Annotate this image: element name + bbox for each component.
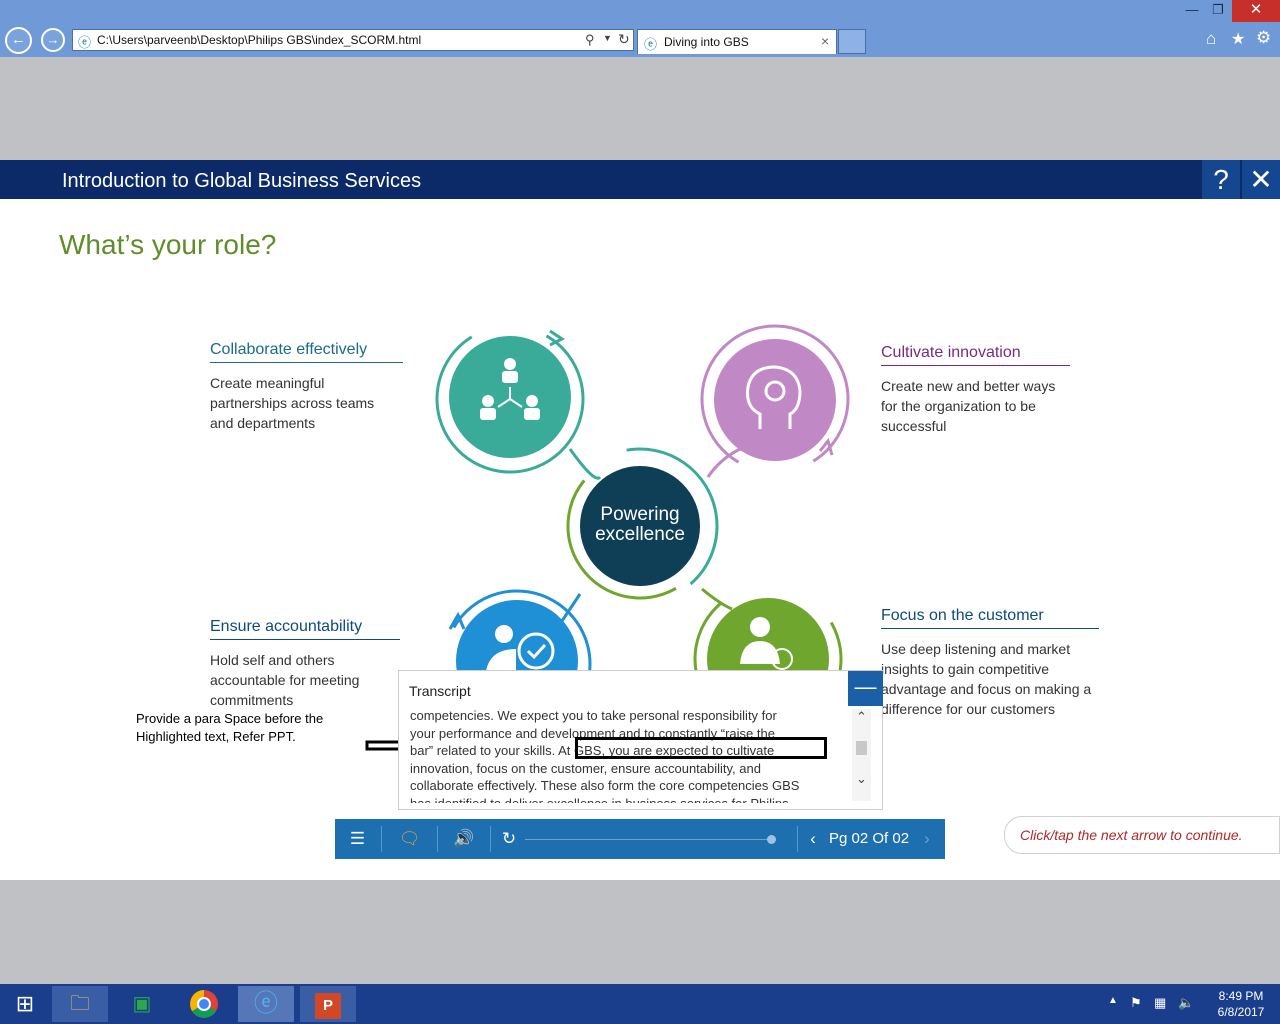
help-button[interactable]: ?	[1201, 160, 1240, 199]
transcript-scrollbar[interactable]: ⌃ ⌄	[852, 709, 871, 801]
review-note: Provide a para Space before the Highligh…	[136, 711, 324, 744]
transcript-collapse-button[interactable]: —	[848, 671, 883, 706]
progress-knob[interactable]	[767, 835, 776, 844]
clock-time: 8:49 PM	[1218, 989, 1264, 1003]
dropdown-icon[interactable]: ▼	[603, 33, 612, 43]
close-course-button[interactable]: ✕	[1241, 160, 1280, 199]
new-tab-button[interactable]	[838, 29, 866, 54]
minus-icon: —	[854, 674, 877, 699]
chevron-left-icon: ‹	[810, 829, 816, 848]
accountability-circle	[442, 589, 592, 739]
address-text: C:\Users\parveenb\Desktop\Philips GBS\in…	[97, 33, 422, 47]
role-title-collaborate: Collaborate effectively	[210, 341, 403, 363]
chevron-right-icon: ›	[924, 829, 930, 848]
replay-button[interactable]: ↻	[495, 819, 523, 859]
tab-title: Diving into GBS	[664, 35, 749, 49]
clock-date: 6/8/2017	[1217, 1005, 1265, 1019]
role-desc-accountability: Hold self and others accountable for mee…	[210, 652, 360, 708]
powerpoint-icon: P	[315, 993, 341, 1019]
continue-hint: Click/tap the next arrow to continue.	[1004, 816, 1280, 854]
role-title-customer: Focus on the customer	[881, 607, 1099, 629]
audio-button[interactable]: 🔊	[438, 819, 490, 859]
windows-logo-icon: ⊞	[15, 991, 35, 1016]
taskbar-powerpoint[interactable]: P	[300, 986, 356, 1022]
ie-logo-icon: ⓔ	[254, 990, 278, 1017]
page-title: What’s your role?	[59, 229, 277, 260]
page-indicator: Pg 02 Of 02	[829, 830, 910, 847]
chrome-logo-icon	[190, 990, 218, 1018]
taskbar-chrome[interactable]	[176, 986, 232, 1022]
folder-icon: 🗀	[70, 993, 90, 1015]
role-title-accountability: Ensure accountability	[210, 618, 400, 640]
role-desc-collaborate: Create meaningful partnerships across te…	[210, 375, 375, 431]
close-icon: ✕	[1249, 164, 1273, 195]
store-bag-icon: ▣	[132, 993, 152, 1015]
transcript-line: has identified to deliver excellence in …	[410, 795, 845, 803]
favorites-star-icon[interactable]: ★	[1231, 29, 1245, 49]
browser-tab[interactable]: ⓔ Diving into GBS ×	[637, 29, 837, 54]
back-button[interactable]: ←	[5, 27, 32, 54]
menu-button[interactable]: ☰	[335, 819, 380, 859]
collaborate-circle	[435, 324, 585, 474]
prev-page-button[interactable]: ‹	[803, 819, 823, 859]
settings-gear-icon[interactable]: ⚙	[1256, 28, 1271, 48]
tray-overflow-icon[interactable]: ▲	[1108, 995, 1118, 1006]
scroll-thumb[interactable]	[856, 741, 867, 755]
start-button[interactable]: ⊞	[6, 986, 44, 1022]
course-title: Introduction to Global Business Services	[62, 170, 422, 192]
scroll-down-icon[interactable]: ⌄	[854, 771, 869, 787]
content-area: What’s your role? Collaborate effectivel…	[0, 199, 1280, 880]
highlight-box	[575, 737, 827, 759]
continue-hint-text: Click/tap the next arrow to continue.	[1020, 827, 1243, 843]
course-header: Introduction to Global Business Services…	[0, 160, 1280, 199]
speaker-icon: 🔊	[453, 829, 475, 848]
action-center-flag-icon[interactable]: ⚑	[1130, 995, 1142, 1011]
transcript-line: competencies. We expect you to take pers…	[410, 708, 777, 723]
refresh-icon[interactable]: ↻	[618, 31, 630, 48]
transcript-title: Transcript	[409, 683, 471, 699]
volume-icon[interactable]: 🔈	[1178, 995, 1194, 1011]
tab-close-icon[interactable]: ×	[821, 33, 829, 49]
role-desc-innovation: Create new and better ways for the organ…	[881, 378, 1056, 434]
ie-tab-icon: ⓔ	[644, 37, 658, 52]
speech-bubble-icon: 🗨	[398, 829, 421, 848]
hamburger-menu-icon: ☰	[349, 829, 366, 848]
progress-track[interactable]	[525, 839, 771, 840]
ie-page-icon: ⓔ	[78, 35, 92, 50]
minimize-button[interactable]: —	[1180, 0, 1204, 22]
competency-diagram: Powering excellence	[420, 309, 860, 739]
question-mark-icon: ?	[1213, 164, 1229, 195]
address-bar[interactable]: ⓔ C:\Users\parveenb\Desktop\Philips GBS\…	[72, 29, 634, 51]
system-clock[interactable]: 8:49 PM 6/8/2017	[1206, 988, 1276, 1020]
taskbar-internet-explorer[interactable]: ⓔ	[238, 986, 294, 1022]
transcript-line: collaborate effectively. These also form…	[410, 778, 800, 794]
forward-arrow-icon: →	[46, 32, 60, 47]
search-icon[interactable]: ⚲	[585, 32, 595, 48]
transcript-button[interactable]: 🗨	[382, 819, 437, 859]
scroll-up-icon[interactable]: ⌃	[854, 709, 869, 725]
taskbar-file-explorer[interactable]: 🗀	[52, 986, 108, 1022]
restore-button[interactable]: ❐	[1206, 0, 1230, 22]
browser-chrome: — ❐ ✕ ← → ⓔ C:\Users\parveenb\Desktop\Ph…	[0, 0, 1280, 57]
role-title-innovation: Cultivate innovation	[881, 344, 1070, 366]
powering-excellence-center: Powering excellence	[580, 466, 700, 586]
taskbar-store[interactable]: ▣	[114, 986, 170, 1022]
home-icon[interactable]: ⌂	[1206, 29, 1216, 49]
network-icon[interactable]: ▦	[1154, 995, 1166, 1011]
forward-button[interactable]: →	[41, 28, 65, 52]
role-desc-customer: Use deep listening and market insights t…	[881, 641, 1092, 717]
close-window-button[interactable]: ✕	[1232, 0, 1280, 22]
next-page-button[interactable]: ›	[917, 819, 937, 859]
transcript-line: innovation, focus on the customer, ensur…	[410, 760, 761, 776]
player-controls: ☰ 🗨 🔊 ↻ ‹ Pg 02 Of 02 ›	[335, 819, 945, 859]
innovation-circle	[700, 324, 850, 474]
taskbar: ⊞ 🗀 ▣ ⓔ P ▲ ⚑ ▦ 🔈 8:49 PM 6/8/2017	[0, 984, 1280, 1024]
replay-icon: ↻	[501, 829, 517, 848]
back-arrow-icon: ←	[11, 31, 26, 48]
